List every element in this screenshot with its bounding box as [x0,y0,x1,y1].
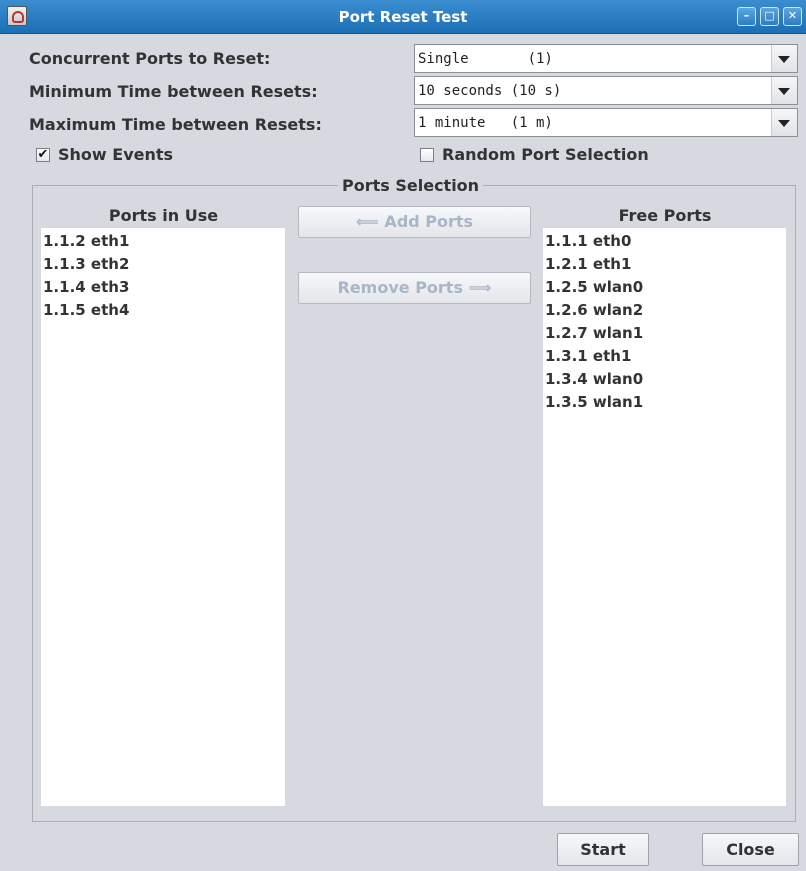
ports-selection-title: Ports Selection [338,176,484,195]
close-button[interactable]: Close [702,833,799,866]
list-item[interactable]: 1.1.3 eth2 [43,253,283,276]
list-item[interactable]: 1.1.4 eth3 [43,276,283,299]
ports-in-use-header: Ports in Use [108,206,219,225]
chevron-down-icon[interactable] [771,109,797,136]
max-time-value[interactable]: 1 minute (1 m) [418,109,553,137]
show-events-label[interactable]: Show Events [58,145,173,164]
add-ports-button[interactable]: ⟸ Add Ports [298,206,531,238]
list-item[interactable]: 1.2.7 wlan1 [545,322,784,345]
start-button[interactable]: Start [557,833,649,866]
max-time-label: Maximum Time between Resets: [29,115,322,134]
checkbox-checked-icon[interactable]: ✔ [36,148,50,162]
list-item[interactable]: 1.2.1 eth1 [545,253,784,276]
window-title: Port Reset Test [338,8,468,26]
list-item[interactable]: 1.3.4 wlan0 [545,368,784,391]
minimize-button[interactable]: – [737,7,756,26]
list-item[interactable]: 1.2.5 wlan0 [545,276,784,299]
title-bar[interactable]: Port Reset Test – □ ✕ [0,0,806,34]
min-time-label: Minimum Time between Resets: [29,82,318,101]
concurrent-ports-label: Concurrent Ports to Reset: [29,49,271,68]
checkbox-unchecked-icon[interactable] [420,148,434,162]
show-events-checkbox[interactable]: ✔ Show Events [36,145,236,165]
list-item[interactable]: 1.1.5 eth4 [43,299,283,322]
random-port-checkbox[interactable]: Random Port Selection [420,145,680,165]
list-item[interactable]: 1.2.6 wlan2 [545,299,784,322]
remove-ports-button[interactable]: Remove Ports ⟹ [298,272,531,304]
ports-in-use-list[interactable]: 1.1.2 eth1 1.1.3 eth2 1.1.4 eth3 1.1.5 eth4 [41,228,285,806]
chevron-down-icon[interactable] [771,77,797,104]
list-item[interactable]: 1.1.1 eth0 [545,230,784,253]
min-time-select[interactable]: 10 seconds (10 s) [414,76,798,105]
maximize-button[interactable]: □ [760,7,779,26]
random-port-label[interactable]: Random Port Selection [442,145,649,164]
concurrent-ports-value[interactable]: Single (1) [418,45,553,73]
max-time-select[interactable]: 1 minute (1 m) [414,108,798,137]
concurrent-ports-select[interactable]: Single (1) [414,44,798,73]
list-item[interactable]: 1.1.2 eth1 [43,230,283,253]
free-ports-header: Free Ports [618,206,712,225]
free-ports-list[interactable]: 1.1.1 eth0 1.2.1 eth1 1.2.5 wlan0 1.2.6 wla… [543,228,786,806]
list-item[interactable]: 1.3.1 eth1 [545,345,784,368]
chevron-down-icon[interactable] [771,45,797,72]
list-item[interactable]: 1.3.5 wlan1 [545,391,784,414]
close-window-button[interactable]: ✕ [783,7,802,26]
min-time-value[interactable]: 10 seconds (10 s) [418,77,561,105]
